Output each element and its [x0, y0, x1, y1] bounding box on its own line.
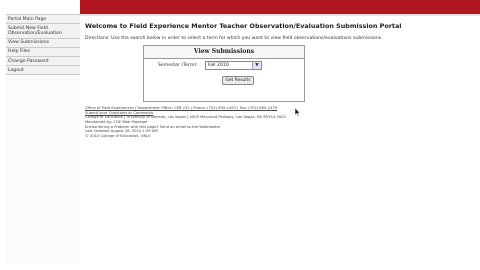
sidebar-item-view-submissions[interactable]: View Submissions: [6, 38, 80, 48]
top-banner-gap: [0, 0, 80, 14]
banner-shadow: [80, 14, 480, 16]
panel-title: View Submissions: [144, 46, 304, 59]
questions-link[interactable]: Submit your Questions or Comments: [85, 111, 153, 115]
sidebar-item-help-files[interactable]: Help Files: [6, 47, 80, 58]
footer: Office of Field Experiences | Department…: [85, 106, 385, 139]
chevron-down-icon[interactable]: ▼: [252, 62, 261, 69]
sidebar-nav: Portal Main Page Submit New Field Observ…: [6, 14, 80, 264]
semester-select[interactable]: Fall 2010 ▼: [205, 61, 262, 70]
get-results-button[interactable]: Get Results: [222, 76, 254, 85]
sidebar-item-change-password[interactable]: Change Password: [6, 57, 80, 67]
mouse-cursor-icon: [295, 108, 301, 117]
office-link[interactable]: Office of Field Experiences | Department…: [85, 106, 277, 110]
page-title: Welcome to Field Experience Mentor Teach…: [85, 22, 402, 30]
sidebar-item-portal-main-page[interactable]: Portal Main Page: [6, 14, 80, 25]
semester-label: Semester (Term):: [158, 63, 198, 68]
directions-text: Directions: Use the search below in orde…: [85, 36, 383, 41]
sidebar-item-logout[interactable]: Logout: [6, 66, 80, 76]
footer-copyright-line: © 2010 College of Education, UNLV: [85, 133, 151, 138]
view-submissions-panel: View Submissions Semester (Term): Fall 2…: [143, 45, 305, 102]
sidebar-item-submit-new-observation[interactable]: Submit New Field Observation/Evaluation: [6, 24, 80, 39]
semester-select-value: Fall 2010: [208, 63, 229, 68]
